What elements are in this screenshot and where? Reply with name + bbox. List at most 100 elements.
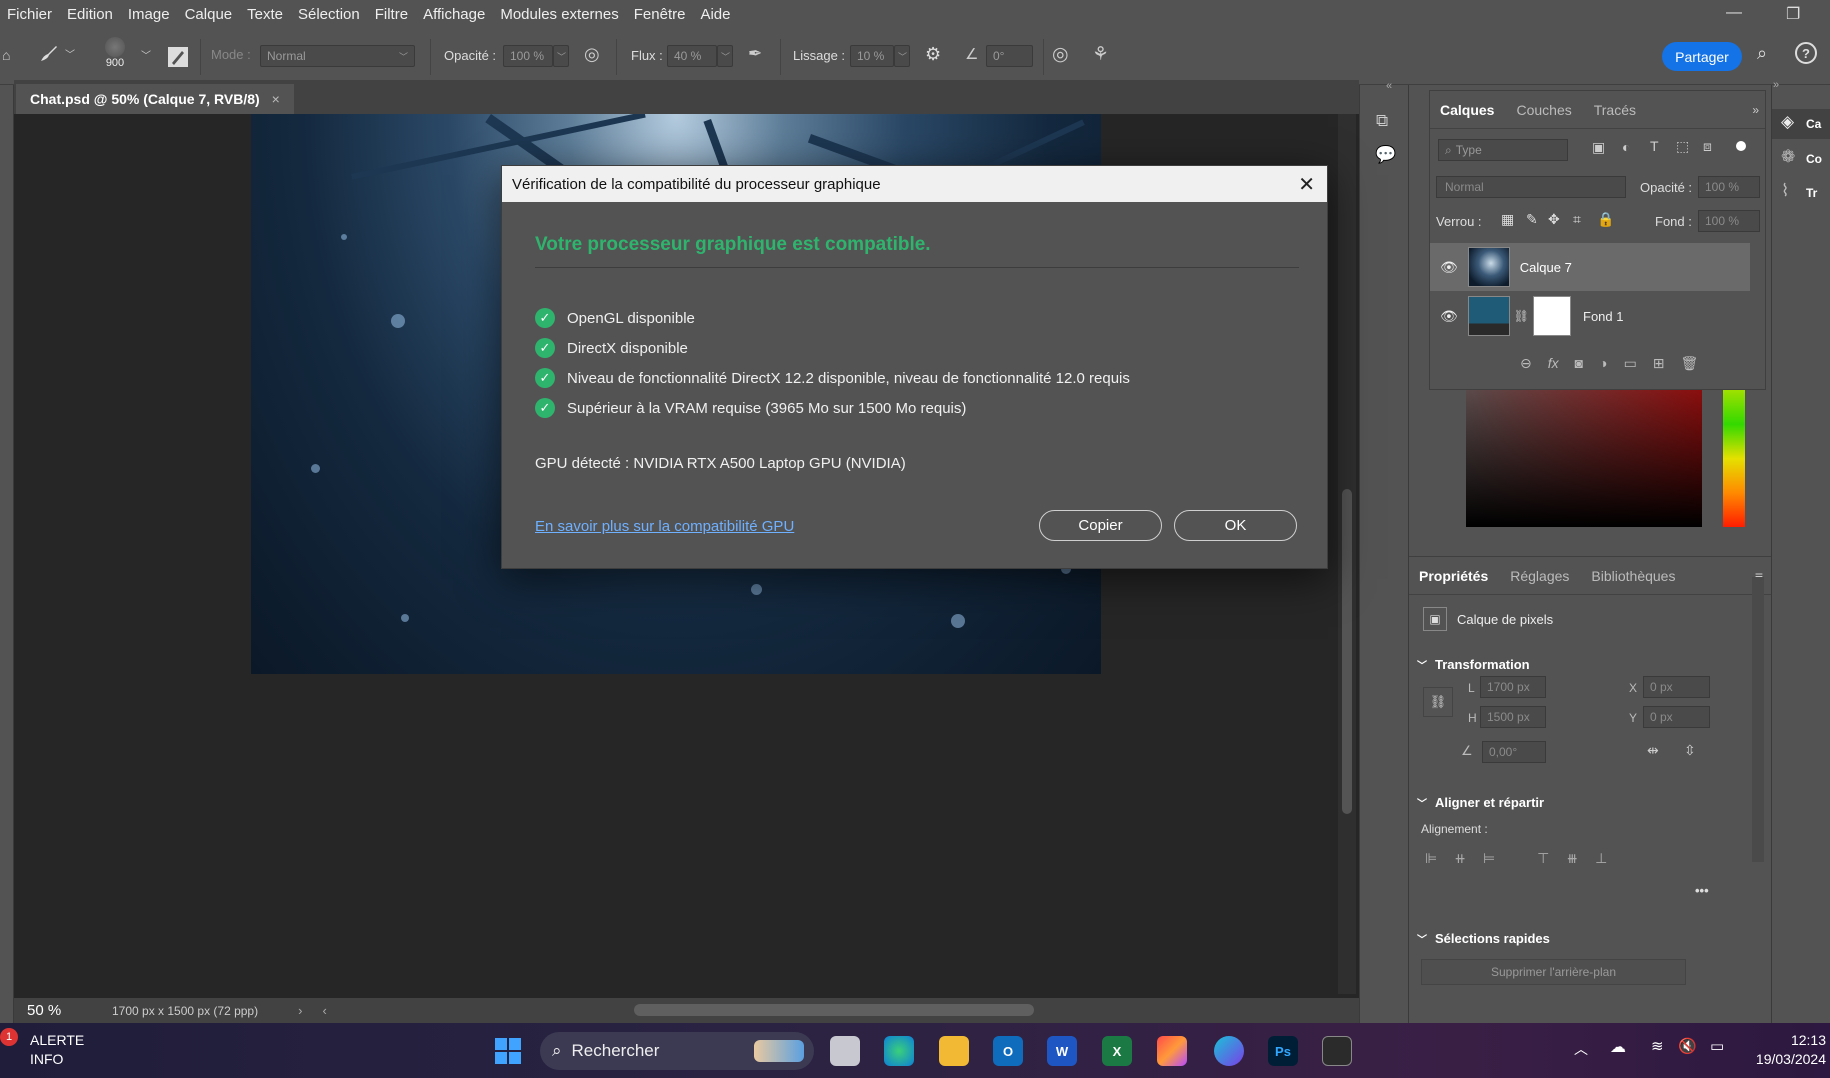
volume-muted-icon[interactable]: 🔇	[1678, 1037, 1697, 1055]
symmetry-butterfly-icon[interactable]: ⚘	[1092, 43, 1109, 66]
opacity-dropdown-icon[interactable]: ﹀	[553, 45, 569, 67]
layer-mask-thumbnail[interactable]	[1533, 296, 1572, 336]
chevron-right-icon[interactable]: ›	[298, 1003, 302, 1018]
word-icon[interactable]: W	[1047, 1036, 1077, 1066]
link-icon[interactable]: ⛓	[1514, 309, 1529, 323]
brush-settings-icon[interactable]	[167, 46, 189, 68]
align-left-icon[interactable]: ⊫	[1425, 850, 1437, 867]
fx-icon[interactable]: fx	[1548, 355, 1559, 372]
flow-dropdown-icon[interactable]: ﹀	[717, 45, 733, 67]
help-icon[interactable]: ?	[1795, 42, 1817, 64]
outlook-icon[interactable]: O	[993, 1036, 1023, 1066]
close-tab-icon[interactable]: ×	[272, 91, 280, 107]
chevron-down-icon[interactable]: ﹀	[141, 47, 151, 62]
creative-cloud-icon[interactable]	[1157, 1036, 1187, 1066]
filter-text-icon[interactable]: T	[1650, 138, 1659, 154]
tab-calques[interactable]: Calques	[1440, 102, 1494, 118]
tab-couches[interactable]: Couches	[1516, 102, 1571, 118]
system-clock[interactable]: 12:13 19/03/2024	[1756, 1031, 1826, 1069]
layer-filter-select[interactable]: ⌕ Type	[1438, 139, 1568, 161]
scroll-left-icon[interactable]: ‹	[322, 1003, 326, 1018]
blend-mode-select[interactable]: Normal	[1436, 176, 1626, 198]
menu-image[interactable]: Image	[128, 6, 170, 23]
brush-size-preset[interactable]: 900	[105, 37, 125, 69]
layer-name[interactable]: Calque 7	[1520, 260, 1572, 275]
gpu-compat-link[interactable]: En savoir plus sur la compatibilité GPU	[535, 518, 794, 535]
rotation-input[interactable]: 0,00°	[1482, 741, 1546, 763]
y-input[interactable]: 0 px	[1643, 706, 1710, 728]
brush-tool-icon[interactable]: ﹀	[38, 42, 75, 64]
adjustment-layer-icon[interactable]: ◑	[1599, 355, 1607, 372]
battery-icon[interactable]: ▭	[1710, 1037, 1724, 1055]
eye-icon[interactable]: 👁	[1440, 308, 1458, 325]
menu-aide[interactable]: Aide	[700, 6, 730, 23]
more-options-icon[interactable]: •••	[1695, 883, 1709, 898]
lock-image-icon[interactable]: ✎	[1526, 211, 1538, 228]
channels-icon[interactable]: ❁	[1781, 147, 1795, 167]
color-picker-field[interactable]	[1466, 390, 1702, 527]
eye-icon[interactable]: 👁	[1440, 259, 1458, 276]
menu-calque[interactable]: Calque	[185, 6, 233, 23]
link-layers-icon[interactable]: ⊖	[1520, 355, 1532, 372]
close-icon[interactable]: ✕	[1298, 172, 1315, 197]
lock-all-icon[interactable]: 🔒	[1597, 211, 1614, 228]
photoshop-icon[interactable]: Ps	[1268, 1036, 1298, 1066]
collapse-icon[interactable]: »	[1773, 79, 1779, 91]
add-mask-icon[interactable]: ◙	[1575, 355, 1583, 372]
layer-name[interactable]: Fond 1	[1583, 309, 1623, 324]
gear-icon[interactable]: ⚙	[925, 44, 941, 65]
home-icon[interactable]: ⌂	[2, 47, 10, 63]
angle-input[interactable]: 0°	[986, 45, 1033, 67]
filter-toggle-icon[interactable]	[1736, 141, 1746, 151]
menu-modules-externes[interactable]: Modules externes	[500, 6, 618, 23]
height-input[interactable]: 1500 px	[1480, 706, 1546, 728]
flow-input[interactable]: 40 %	[667, 45, 717, 67]
file-explorer-icon[interactable]	[939, 1036, 969, 1066]
lock-artboard-icon[interactable]: ⌗	[1573, 211, 1581, 228]
layer-row[interactable]: 👁 ⛓ Fond 1	[1430, 292, 1750, 340]
link-dimensions-icon[interactable]: ⛓	[1423, 687, 1453, 717]
menu-edition[interactable]: Edition	[67, 6, 113, 23]
wifi-icon[interactable]: ≋	[1651, 1037, 1664, 1055]
flip-horizontal-icon[interactable]: ⇹	[1647, 742, 1659, 759]
taskbar-search[interactable]: ⌕ Rechercher	[540, 1032, 814, 1070]
search-icon[interactable]: ⌕	[1757, 43, 1767, 64]
align-top-icon[interactable]: ⊤	[1537, 850, 1549, 867]
filter-pixel-icon[interactable]: ▣	[1592, 139, 1605, 156]
filter-adjustment-icon[interactable]: ◐	[1622, 139, 1630, 155]
pressure-size-icon[interactable]: ◎	[1052, 43, 1069, 66]
collapsed-traces[interactable]: Tr	[1806, 186, 1817, 200]
filter-smartobject-icon[interactable]: ⧈	[1703, 138, 1712, 155]
remove-background-button[interactable]: Supprimer l'arrière-plan	[1421, 959, 1686, 985]
new-layer-icon[interactable]: ⊞	[1653, 355, 1665, 372]
x-input[interactable]: 0 px	[1643, 676, 1710, 698]
share-button[interactable]: Partager	[1662, 42, 1742, 71]
copy-button[interactable]: Copier	[1039, 510, 1162, 541]
tab-reglages[interactable]: Réglages	[1510, 568, 1569, 584]
menu-texte[interactable]: Texte	[247, 6, 283, 23]
zoom-level[interactable]: 50 %	[27, 1002, 77, 1019]
layer-row[interactable]: 👁 Calque 7	[1430, 243, 1750, 291]
comment-icon[interactable]: 💬	[1375, 145, 1396, 165]
horizontal-scroll-thumb[interactable]	[634, 1004, 1034, 1016]
quick-selection-header[interactable]: ﹀ Sélections rapides	[1417, 931, 1550, 946]
tab-proprietes[interactable]: Propriétés	[1419, 568, 1488, 584]
menu-filtre[interactable]: Filtre	[375, 6, 408, 23]
filter-shape-icon[interactable]: ⬚	[1676, 138, 1689, 155]
alert-widget[interactable]: ALERTE INFO	[30, 1031, 84, 1069]
width-input[interactable]: 1700 px	[1480, 676, 1546, 698]
lock-transparency-icon[interactable]: ▦	[1501, 211, 1514, 228]
mode-select[interactable]: Normal ﹀	[260, 45, 415, 67]
smoothing-dropdown-icon[interactable]: ﹀	[894, 45, 910, 67]
edge-icon[interactable]	[884, 1036, 914, 1066]
history-icon[interactable]: ⧉	[1376, 111, 1388, 131]
collapsed-calques[interactable]: Ca	[1806, 117, 1821, 131]
excel-icon[interactable]: X	[1102, 1036, 1132, 1066]
layers-icon[interactable]: ◈	[1781, 112, 1794, 132]
chevron-up-icon[interactable]: ︿	[1574, 1039, 1588, 1059]
fill-input[interactable]: 100 %	[1698, 210, 1760, 232]
pressure-opacity-icon[interactable]: ◎	[584, 44, 600, 65]
canva-icon[interactable]	[1214, 1036, 1244, 1066]
align-section-header[interactable]: ﹀ Aligner et répartir	[1417, 795, 1544, 810]
collapsed-couches[interactable]: Co	[1806, 152, 1822, 166]
